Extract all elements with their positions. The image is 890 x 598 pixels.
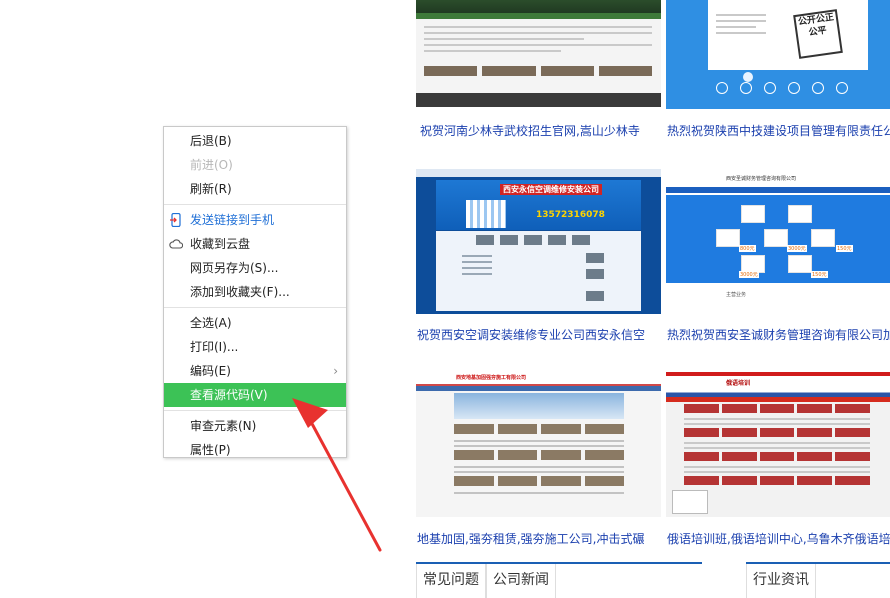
news-tab-strip-left: 常见问题 公司新闻 xyxy=(416,562,702,598)
menu-item-refresh[interactable]: 刷新(R) xyxy=(164,177,346,201)
thumbnail-caption[interactable]: 热烈祝贺西安圣诚财务管理咨询有限公司加 xyxy=(667,327,890,343)
menu-divider xyxy=(164,307,346,308)
menu-item-label: 添加到收藏夹(F)... xyxy=(190,285,290,299)
thumbnail-finance-site[interactable]: 西安圣诚财务管理咨询有限公司 800元 3000元 3000元 150元 150… xyxy=(666,169,890,314)
site-name: 西安永信空调维修安装公司 xyxy=(500,184,602,195)
price-label: 150元 xyxy=(811,271,828,278)
price-label: 800元 xyxy=(739,245,756,252)
thumbnail-caption[interactable]: 俄语培训班,俄语培训中心,乌鲁木齐俄语培 xyxy=(667,531,890,547)
thumbnail-caption[interactable]: 祝贺河南少林寺武校招生官网,嵩山少林寺 xyxy=(420,123,660,139)
thumbnail-aircon-site[interactable]: 西安永信空调维修安装公司 13572316078 xyxy=(416,169,661,314)
price-label: 3000元 xyxy=(787,245,807,252)
thumbnail-caption[interactable]: 地基加固,强夯租赁,强夯施工公司,冲击式碾 xyxy=(417,531,661,547)
thumbnail-shaolin-site[interactable] xyxy=(416,0,661,107)
menu-divider xyxy=(164,204,346,205)
menu-item-save-page-as[interactable]: 网页另存为(S)... xyxy=(164,256,346,280)
price-label: 150元 xyxy=(836,245,853,252)
news-tab-strip-right: 行业资讯 xyxy=(746,562,890,598)
menu-item-label: 编码(E) xyxy=(190,364,231,378)
menu-item-label: 查看源代码(V) xyxy=(190,388,268,402)
menu-item-add-favorite[interactable]: 添加到收藏夹(F)... xyxy=(164,280,346,304)
tab-faq[interactable]: 常见问题 xyxy=(416,564,486,598)
menu-item-select-all[interactable]: 全选(A) xyxy=(164,311,346,335)
menu-item-label: 收藏到云盘 xyxy=(190,237,251,251)
phone-send-icon xyxy=(170,213,181,227)
annotation-arrow-icon xyxy=(292,398,382,552)
menu-item-label: 全选(A) xyxy=(190,316,232,330)
menu-item-save-to-cloud[interactable]: 收藏到云盘 xyxy=(164,232,346,256)
menu-item-back[interactable]: 后退(B) xyxy=(164,129,346,153)
tab-company-news[interactable]: 公司新闻 xyxy=(486,564,556,598)
menu-item-send-to-phone[interactable]: 发送链接到手机 xyxy=(164,208,346,232)
menu-item-label: 前进(O) xyxy=(190,158,233,172)
cloud-icon xyxy=(169,239,183,249)
menu-item-label: 发送链接到手机 xyxy=(190,213,275,227)
menu-item-label: 网页另存为(S)... xyxy=(190,261,279,275)
menu-item-label: 打印(I)... xyxy=(190,340,239,354)
tab-industry-news[interactable]: 行业资讯 xyxy=(746,564,816,598)
thumbnail-foundation-site[interactable]: 西安地基加固强夯施工有限公司 xyxy=(416,372,661,517)
menu-item-label: 后退(B) xyxy=(190,134,232,148)
menu-item-label: 属性(P) xyxy=(190,443,231,457)
cartoon-sign: 公开公正公平 xyxy=(793,9,843,59)
thumbnail-caption[interactable]: 热烈祝贺陕西中技建设项目管理有限责任公 xyxy=(667,123,890,139)
price-label: 3000元 xyxy=(739,271,759,278)
menu-item-label: 刷新(R) xyxy=(190,182,232,196)
thumbnail-zhongji-site[interactable]: 公开公正公平 xyxy=(666,0,890,109)
thumbnail-caption[interactable]: 祝贺西安空调安装维修专业公司西安永信空 xyxy=(417,327,661,343)
menu-item-print[interactable]: 打印(I)... xyxy=(164,335,346,359)
menu-item-label: 审查元素(N) xyxy=(190,419,257,433)
thumbnail-russian-site[interactable]: 俄语培训 xyxy=(666,372,890,517)
menu-item-forward[interactable]: 前进(O) xyxy=(164,153,346,177)
site-phone: 13572316078 xyxy=(536,210,605,220)
